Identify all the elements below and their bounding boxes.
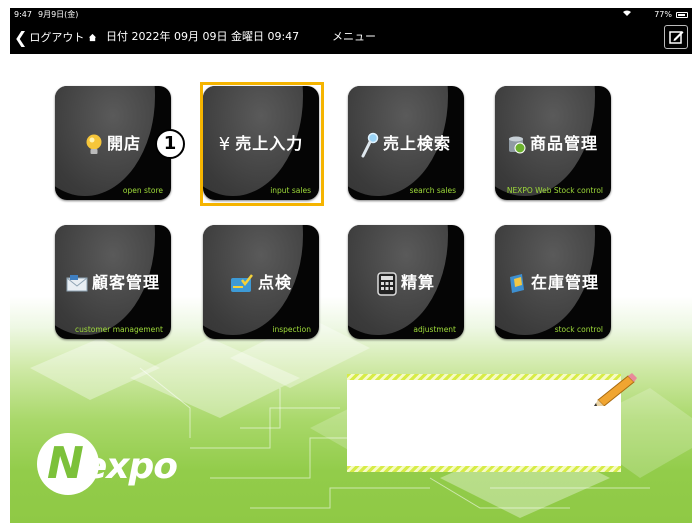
tile-label: 開店 — [106, 134, 141, 153]
calculator-icon — [377, 271, 397, 296]
tile-label: 点検 — [257, 273, 292, 292]
tile-sublabel: stock control — [554, 325, 603, 334]
tile-stock-control[interactable]: 在庫管理 stock control — [495, 225, 611, 339]
tile-customer-management[interactable]: 顧客管理 customer management — [55, 225, 171, 339]
lightbulb-icon — [86, 134, 102, 154]
tile-sublabel: search sales — [409, 186, 456, 195]
tile-label: 精算 — [400, 273, 435, 292]
message-box — [347, 374, 621, 472]
tile-product-management[interactable]: 商品管理 NEXPO Web Stock control — [495, 86, 611, 200]
tile-label: 商品管理 — [529, 134, 598, 153]
tile-open-store[interactable]: 開店 open store — [55, 86, 171, 200]
check-card-icon — [230, 273, 253, 292]
tile-sublabel: customer management — [75, 325, 163, 334]
highlight-box — [200, 82, 324, 206]
tile-sublabel: inspection — [272, 325, 311, 334]
tile-sublabel: adjustment — [413, 325, 456, 334]
tile-label: 顧客管理 — [91, 273, 160, 292]
pencil-icon — [594, 373, 637, 406]
tile-inspection[interactable]: 点検 inspection — [203, 225, 319, 339]
tile-label: 在庫管理 — [530, 273, 599, 292]
logo-rest: expo — [82, 446, 178, 487]
step-badge: 1 — [155, 129, 185, 159]
app-screen: 9:47 9月9日(金) 77% ❮ ログアウト 日付 2022年 09月 09… — [10, 8, 692, 523]
database-icon — [508, 136, 526, 153]
tile-adjustment[interactable]: 精算 adjustment — [348, 225, 464, 339]
tile-label: 売上検索 — [382, 134, 451, 153]
stock-icon — [509, 273, 524, 293]
mail-icon — [66, 274, 88, 291]
magnifier-icon — [361, 132, 379, 157]
tile-search-sales[interactable]: 売上検索 search sales — [348, 86, 464, 200]
nexpo-logo: Nexpo — [37, 430, 207, 500]
tile-sublabel: NEXPO Web Stock control — [506, 186, 603, 195]
logo-initial: N — [47, 438, 84, 489]
tile-sublabel: open store — [122, 186, 163, 195]
